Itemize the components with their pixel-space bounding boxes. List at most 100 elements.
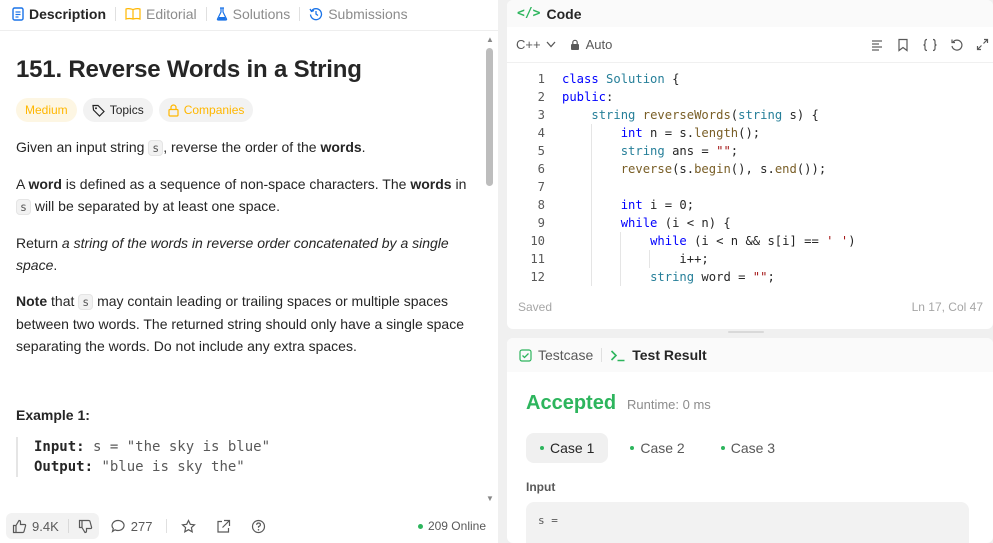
case-tab-3[interactable]: Case 3 xyxy=(707,433,789,463)
bold-text: Note xyxy=(16,293,48,309)
description-paragraph: A word is defined as a sequence of non-s… xyxy=(16,173,476,218)
online-count: 209 Online xyxy=(427,519,486,533)
thumbs-up-icon[interactable] xyxy=(12,519,27,534)
case-tabs: Case 1 Case 2 Case 3 xyxy=(526,433,789,463)
text: is defined as a sequence of non-space ch… xyxy=(61,176,411,192)
code-line: 12 string word = ""; xyxy=(507,268,993,286)
code-text: reverse(s.begin(), s.end()); xyxy=(545,160,826,178)
code-text: public: xyxy=(562,90,614,104)
code-text: while (i < n && s[i] == ' ') xyxy=(545,232,856,250)
divider xyxy=(67,519,69,533)
braces-icon[interactable] xyxy=(922,38,938,52)
difficulty-badge: Medium xyxy=(16,98,77,122)
tab-divider xyxy=(205,6,207,21)
inline-code: s xyxy=(148,140,164,156)
tab-solutions[interactable]: Solutions xyxy=(216,5,291,22)
code-editor[interactable]: 1 class Solution { 2 public: 3 string reve… xyxy=(507,70,993,286)
book-icon xyxy=(125,7,141,20)
editor-status-bar: Saved Ln 17, Col 47 xyxy=(507,300,993,314)
bottom-bar: 9.4K 277 209 Online xyxy=(0,509,498,543)
input-value: s = xyxy=(538,514,558,527)
like-dislike-group: 9.4K xyxy=(6,513,99,539)
star-icon xyxy=(181,518,197,534)
reset-icon[interactable] xyxy=(950,38,964,52)
case-tab-1[interactable]: Case 1 xyxy=(526,433,609,463)
checkbox-icon xyxy=(519,348,532,362)
text: . xyxy=(361,139,366,155)
bold-text: words xyxy=(320,139,362,155)
example-input-label: Input: xyxy=(34,439,85,455)
divider xyxy=(166,519,168,533)
tab-description[interactable]: Description xyxy=(12,6,106,22)
example-output-label: Output: xyxy=(34,459,94,475)
format-icon[interactable] xyxy=(870,38,884,52)
left-tabs: Description Editorial Solutions Submissi… xyxy=(0,0,498,27)
favorite-button[interactable] xyxy=(181,518,197,534)
scroll-up-arrow[interactable]: ▲ xyxy=(486,35,494,44)
tab-editorial[interactable]: Editorial xyxy=(125,6,197,22)
tab-submissions-label: Submissions xyxy=(328,5,408,22)
tab-submissions[interactable]: Submissions xyxy=(309,5,408,22)
online-status: 209 Online xyxy=(417,519,486,533)
line-number: 9 xyxy=(537,216,545,230)
history-icon xyxy=(309,7,323,21)
thumbs-down-icon[interactable] xyxy=(78,519,93,534)
code-text: class Solution { xyxy=(562,72,680,86)
bold-text: word xyxy=(28,176,62,192)
code-panel-title: Code xyxy=(546,5,582,22)
text: Given an input string xyxy=(16,139,149,155)
input-value-box: s = xyxy=(526,502,969,543)
tab-description-label: Description xyxy=(29,5,107,22)
code-line: 10 while (i < n && s[i] == ' ') xyxy=(507,232,993,250)
comments-button[interactable]: 277 xyxy=(111,518,153,534)
example-output: Output: "blue is sky the" xyxy=(34,457,476,477)
problem-title[interactable]: 151. Reverse Words in a String xyxy=(16,56,476,84)
case-tab-2[interactable]: Case 2 xyxy=(616,433,698,463)
example-block: Input: s = "the sky is blue" Output: "bl… xyxy=(16,437,476,477)
case-label: Case 1 xyxy=(550,440,595,456)
code-text xyxy=(545,178,592,196)
comment-icon xyxy=(111,519,126,533)
tab-solutions-label: Solutions xyxy=(232,5,291,22)
text: that xyxy=(47,293,79,309)
line-number: 7 xyxy=(537,180,545,194)
expand-icon[interactable] xyxy=(976,38,989,52)
resize-handle[interactable] xyxy=(728,331,764,333)
topics-button[interactable]: Topics xyxy=(82,98,153,122)
scrollbar-thumb[interactable] xyxy=(486,48,493,186)
line-number: 1 xyxy=(537,72,545,86)
help-icon xyxy=(251,519,266,534)
language-select[interactable]: C++ xyxy=(516,37,556,52)
tab-editorial-label: Editorial xyxy=(146,5,197,22)
code-panel-header: </> Code xyxy=(507,0,993,27)
like-count[interactable]: 9.4K xyxy=(32,519,59,534)
tab-test-result[interactable]: Test Result xyxy=(610,347,707,363)
case-label: Case 3 xyxy=(730,440,776,456)
scroll-down-arrow[interactable]: ▼ xyxy=(486,494,494,503)
example-input: Input: s = "the sky is blue" xyxy=(34,437,476,457)
tag-icon xyxy=(92,104,105,117)
autocomplete-toggle[interactable]: Auto xyxy=(570,37,612,52)
code-text: i++; xyxy=(562,250,709,268)
divider xyxy=(601,348,603,362)
companies-button[interactable]: Companies xyxy=(158,98,254,122)
line-number: 12 xyxy=(530,270,545,284)
bookmark-icon[interactable] xyxy=(896,38,910,52)
example-title: Example 1: xyxy=(16,407,90,423)
code-text: string reverseWords(string s) { xyxy=(591,108,819,122)
case-label: Case 2 xyxy=(640,440,685,456)
code-line: 7 xyxy=(507,178,993,196)
help-button[interactable] xyxy=(251,519,266,534)
share-button[interactable] xyxy=(216,519,231,534)
line-number: 11 xyxy=(530,252,545,266)
bold-text: words xyxy=(410,176,452,192)
tab-testcase[interactable]: Testcase xyxy=(519,347,593,363)
code-text: while (i < n) { xyxy=(545,214,731,232)
terminal-icon xyxy=(610,349,626,362)
code-line: 8 int i = 0; xyxy=(507,196,993,214)
comment-count: 277 xyxy=(130,518,153,534)
text: , reverse the order of the xyxy=(163,139,321,155)
text: will be separated by at least one space. xyxy=(30,198,280,214)
code-line: 6 reverse(s.begin(), s.end()); xyxy=(507,160,993,178)
inline-code: s xyxy=(78,294,94,310)
